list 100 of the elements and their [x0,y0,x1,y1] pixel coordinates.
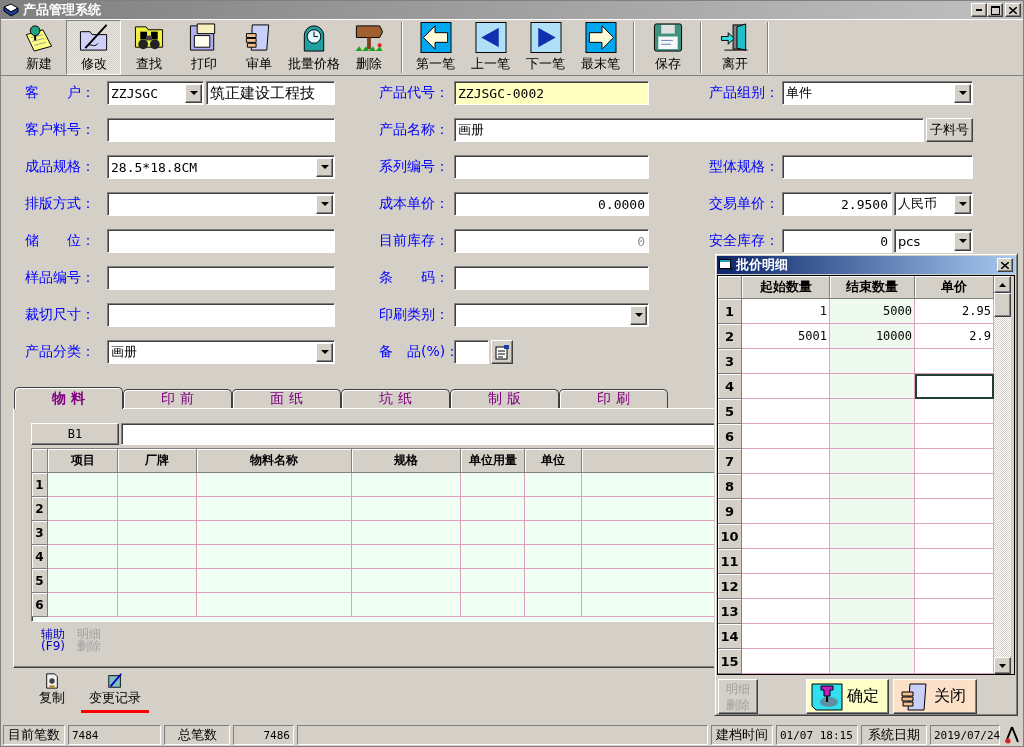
compass-icon [1004,726,1020,744]
input-field[interactable] [107,229,335,253]
field-label: 排版方式： [25,195,96,213]
close-icon [1001,261,1009,269]
dropdown-button[interactable] [954,83,971,103]
field-label: 产品分类： [25,343,96,361]
input-field[interactable] [107,118,335,142]
toolbar-button[interactable]: 最末笔 [573,20,628,75]
toolbar-button[interactable]: 第一笔 [408,20,463,75]
column-header: 单价 [915,276,994,299]
dropdown[interactable]: 28.5*18.8CM [107,155,335,179]
dropdown[interactable]: 人民币 [894,192,973,216]
column-header: 起始数量 [742,276,830,299]
table-cell [48,593,118,617]
scroll-up-button[interactable] [994,276,1011,293]
row-number: 7 [718,449,742,474]
status-label: 建档时间 [711,725,773,745]
folder-pen-icon [77,22,110,53]
dropdown-button[interactable] [316,342,333,362]
caret-icon [189,91,198,95]
picker-button[interactable] [491,340,513,364]
dropdown-button[interactable] [954,231,971,251]
history-button[interactable]: 变更记录 [81,673,149,713]
table-cell [461,569,525,593]
column-header: 结束数量 [830,276,915,299]
table-cell: 5001 [742,324,830,349]
input-field[interactable]: 0.0000 [454,192,649,216]
scrollbar[interactable] [994,276,1011,674]
column-header: 厂牌 [118,449,197,473]
toolbar-button[interactable]: 打印 [176,20,231,75]
dropdown-button[interactable] [316,157,333,177]
input-field[interactable]: 2.9500 [782,192,892,216]
text-display: 筑正建设工程技 [206,81,335,105]
row-number: 8 [718,474,742,499]
dropdown[interactable]: pcs [894,229,973,253]
caret-icon [320,350,329,354]
tab[interactable]: 物 料 [14,387,123,409]
assist-button[interactable]: 辅助 (F9) [41,628,65,652]
toolbar-button[interactable]: 离开 [707,20,762,75]
pushpin-icon [811,681,843,712]
dialog-title: 批价明细 [736,256,789,274]
close-button[interactable] [997,258,1013,272]
toolbar-button[interactable]: 保存 [640,20,695,75]
tab[interactable]: 制 版 [450,389,559,408]
dropdown[interactable] [454,303,649,327]
toolbar-button[interactable]: 查找 [121,20,176,75]
table-cell [48,569,118,593]
dropdown[interactable]: 画册 [107,340,335,364]
dropdown-button[interactable] [630,305,647,325]
minimize-button[interactable] [971,3,987,17]
table-cell [48,545,118,569]
input-field[interactable] [454,340,489,364]
toolbar-button[interactable]: 下一笔 [518,20,573,75]
status-value: 01/07 18:15 [776,725,858,745]
scroll-down-button[interactable] [994,657,1011,674]
row-number: 4 [718,374,742,399]
toolbar-button[interactable]: 审单 [231,20,286,75]
toolbar-button[interactable]: 新建 [11,20,66,75]
sub-item-button[interactable]: 子料号 [926,118,973,142]
toolbar-button[interactable]: 批量价格 [286,20,341,75]
dropdown[interactable] [107,192,335,216]
dropdown[interactable]: ZZJSGC [107,81,204,105]
status-label: 系统日期 [861,725,927,745]
field-label: 储 位： [25,232,96,250]
input-field[interactable]: 0 [782,229,892,253]
input-field[interactable] [107,303,335,327]
tab[interactable]: 印 前 [123,389,232,408]
toolbar-button[interactable]: 上一笔 [463,20,518,75]
tab[interactable]: 印 刷 [559,389,668,408]
input-field[interactable] [454,266,649,290]
input-field[interactable] [454,155,649,179]
confirm-button[interactable]: 确定 [806,679,889,714]
tab[interactable]: 坑 纸 [341,389,450,408]
table-cell [461,545,525,569]
input-field[interactable] [107,266,335,290]
close-button[interactable] [1005,3,1021,17]
field-label: 系列编号： [379,158,450,176]
copy-button[interactable]: 复制 [31,673,73,713]
triangle-right-icon [529,22,562,53]
input-field[interactable]: ZZJSGC-0002 [454,81,649,105]
row-number: 5 [32,569,48,593]
dropdown-button[interactable] [954,194,971,214]
minimize-icon [976,9,982,11]
close-dialog-button[interactable]: 关闭 [893,679,977,714]
maximize-button[interactable] [987,3,1003,17]
row-number: 2 [718,324,742,349]
column-header: 物料名称 [197,449,352,473]
row-number: 6 [718,424,742,449]
input-field[interactable]: 画册 [454,118,924,142]
dropdown[interactable]: 单件 [782,81,973,105]
dropdown-button[interactable] [316,194,333,214]
tab[interactable]: 面 纸 [232,389,341,408]
row-number: 1 [32,473,48,497]
input-field[interactable] [782,155,973,179]
row-number: 11 [718,549,742,574]
toolbar-button[interactable]: 修改 [66,20,121,75]
caret-icon [634,313,643,317]
toolbar-button[interactable]: 删除 [341,20,396,75]
scroll-thumb[interactable] [994,293,1011,317]
dropdown-button[interactable] [185,83,202,103]
